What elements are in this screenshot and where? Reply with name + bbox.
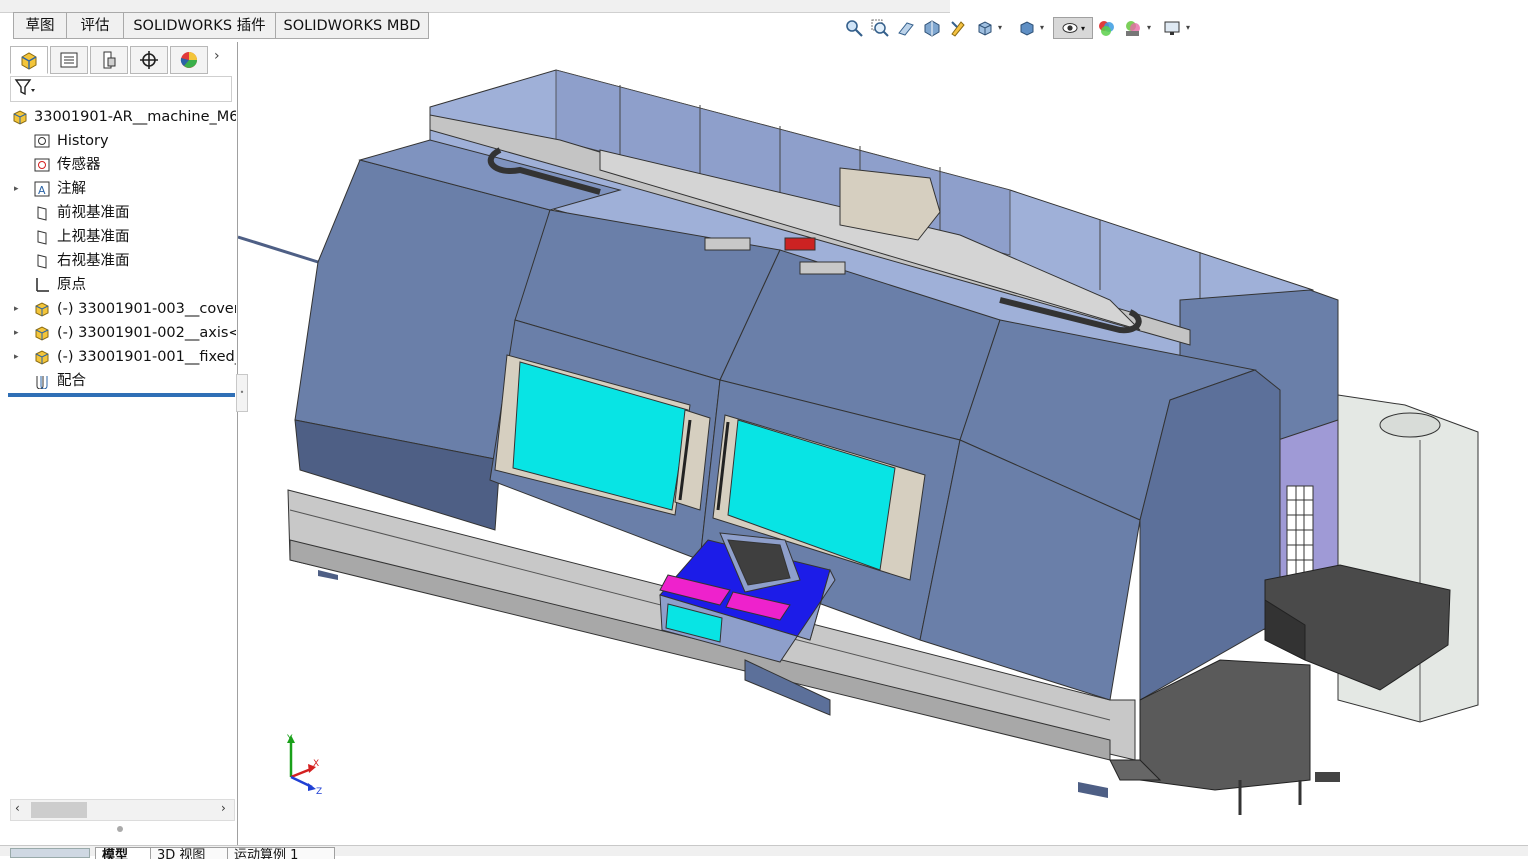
tree-item-label: (-) 33001901-001__fixed_ bbox=[57, 349, 236, 365]
zoom-to-fit-icon[interactable] bbox=[843, 17, 865, 39]
tree-root[interactable]: 33001901-AR__machine_M6 bbox=[10, 105, 236, 129]
sensor-icon bbox=[34, 157, 50, 173]
tree-item-label: (-) 33001901-003__cover bbox=[57, 301, 236, 317]
panel-horizontal-scrollbar[interactable]: ‹ › bbox=[10, 799, 235, 821]
tab-motion-study-1[interactable]: 运动算例 1 bbox=[227, 847, 335, 859]
tree-item-label: 配合 bbox=[57, 373, 86, 389]
rollback-bar[interactable] bbox=[8, 393, 235, 397]
tree-item[interactable]: 前视基准面 bbox=[10, 201, 236, 225]
tree-item[interactable]: 右视基准面 bbox=[10, 249, 236, 273]
tree-item[interactable]: 上视基准面 bbox=[10, 225, 236, 249]
tree-item-label: 前视基准面 bbox=[57, 205, 130, 221]
tree-item-label: (-) 33001901-002__axis< bbox=[57, 325, 236, 341]
tree-item[interactable]: History bbox=[10, 129, 236, 153]
machine-model[interactable] bbox=[237, 42, 1528, 845]
tree-item[interactable]: ▸ A 注解 bbox=[10, 177, 236, 201]
triad-y-label: Y bbox=[286, 734, 293, 744]
tab-solidworks-addins[interactable]: SOLIDWORKS 插件 bbox=[123, 12, 276, 39]
bottom-scroll-controls[interactable] bbox=[10, 848, 90, 858]
scroll-right-icon[interactable]: › bbox=[221, 801, 226, 815]
edit-appearance-icon[interactable] bbox=[1095, 17, 1117, 39]
tree-item[interactable]: ▸ (-) 33001901-003__cover bbox=[10, 297, 236, 321]
dimxpert-manager-icon[interactable] bbox=[130, 46, 168, 74]
view-orientation-icon[interactable] bbox=[973, 17, 995, 39]
triad-z-label: Z bbox=[316, 787, 322, 795]
apply-scene-caret-icon[interactable]: ▾ bbox=[1147, 23, 1151, 32]
property-manager-icon[interactable] bbox=[50, 46, 88, 74]
graphics-viewport[interactable]: Y X Z bbox=[237, 42, 1528, 845]
subassembly-icon bbox=[34, 349, 50, 365]
view-settings-icon[interactable] bbox=[1161, 17, 1183, 39]
svg-text:A: A bbox=[38, 184, 46, 197]
tree-item[interactable]: ▸ (-) 33001901-001__fixed_ bbox=[10, 345, 236, 369]
view-orientation-caret-icon[interactable]: ▾ bbox=[998, 23, 1002, 32]
tab-model[interactable]: 模型 bbox=[95, 847, 151, 859]
apply-scene-icon[interactable] bbox=[1121, 17, 1143, 39]
command-manager: 草图 评估 SOLIDWORKS 插件 SOLIDWORKS MBD bbox=[0, 0, 1528, 42]
history-icon bbox=[34, 133, 50, 149]
plane-icon bbox=[34, 205, 50, 221]
display-manager-icon[interactable] bbox=[170, 46, 208, 74]
tab-sketch[interactable]: 草图 bbox=[13, 12, 67, 39]
expand-arrow-icon[interactable]: ▸ bbox=[14, 297, 24, 321]
tree-item-label: 上视基准面 bbox=[57, 229, 130, 245]
annotation-icon: A bbox=[34, 181, 50, 197]
expand-arrow-icon[interactable]: ▸ bbox=[14, 177, 24, 201]
tree-root-label: 33001901-AR__machine_M6 bbox=[34, 109, 236, 125]
scroll-left-icon[interactable]: ‹ bbox=[15, 801, 20, 815]
tree-item-label: 原点 bbox=[57, 277, 86, 293]
tree-item[interactable]: 配合 bbox=[10, 369, 236, 393]
tree-item[interactable]: 传感器 bbox=[10, 153, 236, 177]
tree-item-label: History bbox=[57, 133, 109, 149]
previous-view-icon[interactable] bbox=[895, 17, 917, 39]
tab-3d-views[interactable]: 3D 视图 bbox=[150, 847, 228, 859]
tab-solidworks-mbd[interactable]: SOLIDWORKS MBD bbox=[275, 12, 429, 39]
vent-grille bbox=[1286, 485, 1314, 579]
mates-icon bbox=[34, 373, 50, 390]
configuration-manager-icon[interactable] bbox=[90, 46, 128, 74]
origin-icon bbox=[34, 277, 50, 293]
subassembly-icon bbox=[34, 301, 50, 317]
dynamic-annotation-icon[interactable] bbox=[947, 17, 969, 39]
view-settings-caret-icon[interactable]: ▾ bbox=[1186, 23, 1190, 32]
expand-arrow-icon[interactable]: ▸ bbox=[14, 321, 24, 345]
tree-item[interactable]: ▸ (-) 33001901-002__axis< bbox=[10, 321, 236, 345]
section-view-icon[interactable] bbox=[921, 17, 943, 39]
plane-icon bbox=[34, 253, 50, 269]
tree-item-label: 注解 bbox=[57, 181, 86, 197]
tree-item-label: 右视基准面 bbox=[57, 253, 130, 269]
tab-evaluate[interactable]: 评估 bbox=[66, 12, 124, 39]
assembly-icon bbox=[12, 109, 28, 125]
panel-resize-grip-icon[interactable] bbox=[117, 826, 123, 832]
feature-manager-icon[interactable] bbox=[10, 46, 48, 74]
coordinate-triad: Y X Z bbox=[286, 734, 322, 795]
bottom-tab-bar: 模型 3D 视图 运动算例 1 bbox=[0, 845, 1528, 859]
gantry-carriage-red bbox=[784, 237, 816, 251]
tree-item[interactable]: 原点 bbox=[10, 273, 236, 297]
hide-show-items-icon[interactable]: ▾ bbox=[1053, 17, 1093, 39]
expand-arrow-icon[interactable]: ▸ bbox=[14, 345, 24, 369]
subassembly-icon bbox=[34, 325, 50, 341]
x-axis-icon bbox=[290, 767, 312, 779]
display-style-icon[interactable] bbox=[1015, 17, 1037, 39]
feature-manager-panel: › 33001901-AR__machine_M6 History 传感器 ▸ A 注解… bbox=[0, 42, 238, 855]
tree-item-label: 传感器 bbox=[57, 157, 101, 173]
scroll-thumb[interactable] bbox=[31, 802, 87, 818]
triad-x-label: X bbox=[313, 759, 319, 769]
display-style-caret-icon[interactable]: ▾ bbox=[1040, 23, 1044, 32]
panel-more-chevron-icon[interactable]: › bbox=[214, 48, 220, 64]
plane-icon bbox=[34, 229, 50, 245]
tree-filter[interactable] bbox=[10, 76, 232, 102]
zoom-area-icon[interactable] bbox=[869, 17, 891, 39]
filter-funnel-icon bbox=[14, 79, 36, 101]
bar-feeder-rod bbox=[237, 235, 319, 264]
